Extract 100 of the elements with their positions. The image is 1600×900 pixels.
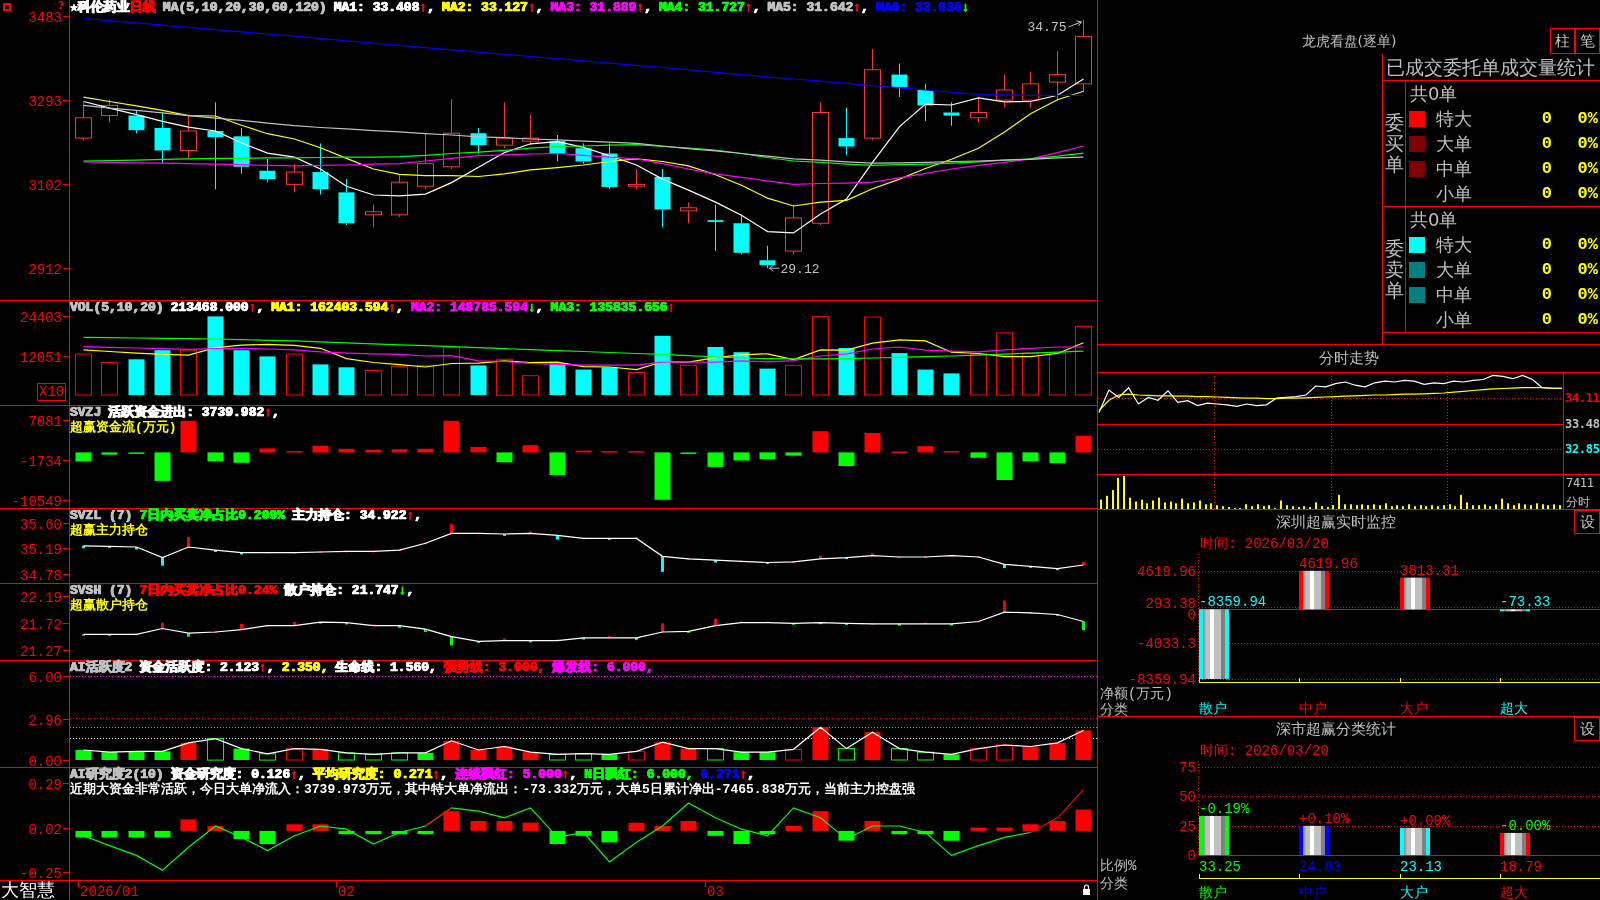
legend-caption: 超赢主力持仓 xyxy=(70,523,149,538)
legend-text: SVSH (7) xyxy=(70,584,133,598)
side-label-text: 委卖单 xyxy=(1384,238,1404,301)
y-axis-label: 0.29 xyxy=(28,776,70,793)
legend-text: MA3: 31.889 xyxy=(550,1,637,15)
order-count: 0 xyxy=(1540,184,1552,203)
legend-caption: 超赢散户持仓 xyxy=(70,598,149,613)
axis-title: 分类 xyxy=(1100,702,1128,716)
order-percent: 0% xyxy=(1576,109,1599,128)
legend-text: MA3: 135835.656 xyxy=(550,301,668,315)
order-count: 0 xyxy=(1540,310,1552,329)
date-axis-label: 02 xyxy=(336,880,355,900)
y-tick-label: 21.72 xyxy=(19,616,62,633)
y-axis-label: 21.27 xyxy=(20,643,70,660)
legend-text: 连续飘红: 5.000 xyxy=(455,768,562,782)
legend-text: MA2: 33.127 xyxy=(442,1,528,15)
data-label: 18.79 xyxy=(1500,859,1542,875)
legend-text: 爆发线: 6.000, xyxy=(552,661,654,675)
legend-text: , xyxy=(266,661,275,675)
y-tick-label: -0.25 xyxy=(19,865,62,882)
y-tick-label: -1734 xyxy=(19,453,62,470)
legend-text: ↑ xyxy=(259,661,267,675)
timestamp-text: 时间: 2026/03/20 xyxy=(1199,535,1330,554)
legend-text: , xyxy=(535,301,544,315)
legend-text: , xyxy=(861,1,869,15)
legend-text: SVZJ xyxy=(70,406,102,420)
legend-text: VOL(5,10,20) xyxy=(70,301,164,315)
data-label: 3813.31 xyxy=(1400,562,1459,579)
y-axis-label: 0 xyxy=(1187,848,1196,864)
order-size-label: 小单 xyxy=(1436,307,1473,332)
legend-text: SVZL (7) xyxy=(70,509,133,523)
y-tick-label: 0.00 xyxy=(28,753,62,770)
y-axis-label: 4619.96 xyxy=(1137,563,1196,580)
data-label: -73.33 xyxy=(1500,594,1551,611)
legend-text: , xyxy=(298,768,306,782)
y-axis-label: 35.19 xyxy=(20,541,70,558)
legend-text: 213468.000 xyxy=(170,301,249,315)
y-axis-label: 3483 xyxy=(28,9,70,26)
category-label: 散户 xyxy=(1199,701,1227,716)
legend-text: ↑ xyxy=(527,1,536,15)
order-count: 0 xyxy=(1540,285,1552,304)
legend-text: ↑ xyxy=(853,1,862,15)
order-size-label: 大单 xyxy=(1436,257,1473,282)
legend-text: , xyxy=(752,1,761,15)
date-axis-label: 2026/01 xyxy=(78,880,139,900)
y-tick-label: 2912 xyxy=(28,261,62,278)
order-total-text: 共0单 xyxy=(1409,82,1459,106)
order-count: 0 xyxy=(1540,109,1552,128)
axis-title: 比例% xyxy=(1100,858,1137,874)
y-axis-label: 3293 xyxy=(28,93,70,110)
y-axis-label: -4033.3 xyxy=(1137,635,1196,652)
x-tick-label: 03 xyxy=(707,884,724,900)
table-title: 已成交委托单成交量统计 xyxy=(1383,54,1600,81)
change-label: -0.00% xyxy=(1500,817,1551,834)
legend-text: MA1: 162403.594 xyxy=(271,301,389,315)
order-size-label: 特大 xyxy=(1436,106,1473,131)
legend-text: , xyxy=(256,301,265,315)
legend-text: 日线 xyxy=(129,1,156,15)
annotation: 29.12 xyxy=(780,262,820,278)
order-percent: 0% xyxy=(1576,260,1599,279)
legend-text: MA(5,10,20,30,60,120) xyxy=(162,1,327,15)
category-label: 超大 xyxy=(1500,701,1528,716)
legend-text: ↑ xyxy=(432,768,441,782)
legend-text: , xyxy=(272,406,280,420)
y-axis-label: 50 xyxy=(1179,789,1196,806)
legend-text: MA5: 31.642 xyxy=(767,1,854,15)
data-label: 33.25 xyxy=(1199,859,1241,875)
legend-text: , xyxy=(396,301,404,315)
y-tick-label: -10549 xyxy=(11,493,62,510)
y-tick-label: 34.78 xyxy=(19,567,62,584)
legend-text: MA1: 33.408 xyxy=(333,1,420,15)
legend-text: , xyxy=(747,768,756,782)
legend-text: ↑ xyxy=(264,406,273,420)
legend-text: ↑ xyxy=(739,768,748,782)
legend-text: 资金研究度: 0.126 xyxy=(170,768,291,782)
y-tick-label: 35.19 xyxy=(19,541,62,558)
y-axis-label: -8359.94 xyxy=(1128,672,1196,688)
side-label-text: 委买单 xyxy=(1384,112,1404,175)
y-tick-label: 3102 xyxy=(28,177,62,194)
legend-text: MA4: 31.727 xyxy=(659,1,745,15)
category-label: 大户 xyxy=(1400,885,1428,900)
scale-label: 7411 xyxy=(1566,476,1594,490)
y-tick-label: 21.27 xyxy=(19,643,62,660)
legend-text: ↑ xyxy=(388,301,397,315)
timestamp-text: 时间: 2026/03/20 xyxy=(1199,742,1330,761)
axis-title: 分类 xyxy=(1100,876,1128,892)
y-tick-label: 2.96 xyxy=(28,712,62,729)
legend-text: 7日内买卖净占比0.24% xyxy=(139,584,278,598)
change-label: +0.10% xyxy=(1299,810,1350,827)
legend-text: ↓ xyxy=(527,301,536,315)
legend-text: MA2: 148785.594 xyxy=(410,301,528,315)
y-tick-label: 35.60 xyxy=(19,516,62,533)
y-axis-label: -1734 xyxy=(20,453,70,470)
y-axis-label: -0.25 xyxy=(20,865,70,882)
panel-title: 深市超赢分类统计 xyxy=(1275,719,1397,740)
y-tick-label: 0.02 xyxy=(28,821,62,838)
y-tick-label: 0.29 xyxy=(28,776,62,793)
order-percent: 0% xyxy=(1576,184,1599,203)
order-size-label: 中单 xyxy=(1436,156,1473,181)
y-axis-label: 6.00 xyxy=(28,669,70,686)
